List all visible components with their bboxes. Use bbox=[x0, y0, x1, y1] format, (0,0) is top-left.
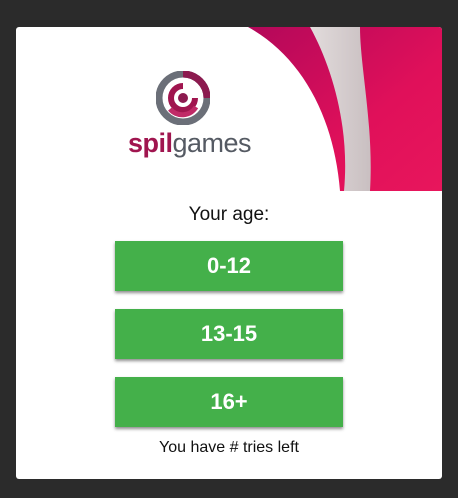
brand-name-part2: games bbox=[172, 128, 252, 158]
age-prompt: Your age: bbox=[188, 204, 270, 225]
age-option-13-15-button[interactable]: 13-15 bbox=[115, 309, 343, 359]
spilgames-wordmark: spilgames bbox=[128, 128, 252, 159]
spilgames-logo-icon bbox=[156, 71, 210, 125]
tries-remaining-text: You have # tries left bbox=[159, 439, 299, 456]
age-option-16-plus-button[interactable]: 16+ bbox=[115, 377, 343, 427]
brand-name-part1: spil bbox=[128, 128, 173, 158]
spilgames-logo: spilgames bbox=[128, 71, 268, 161]
age-option-0-12-button[interactable]: 0-12 bbox=[115, 241, 343, 291]
age-gate-dialog: spilgames Your age: 0-12 13-15 16+ You h… bbox=[16, 27, 442, 479]
header-decoration bbox=[248, 27, 442, 191]
